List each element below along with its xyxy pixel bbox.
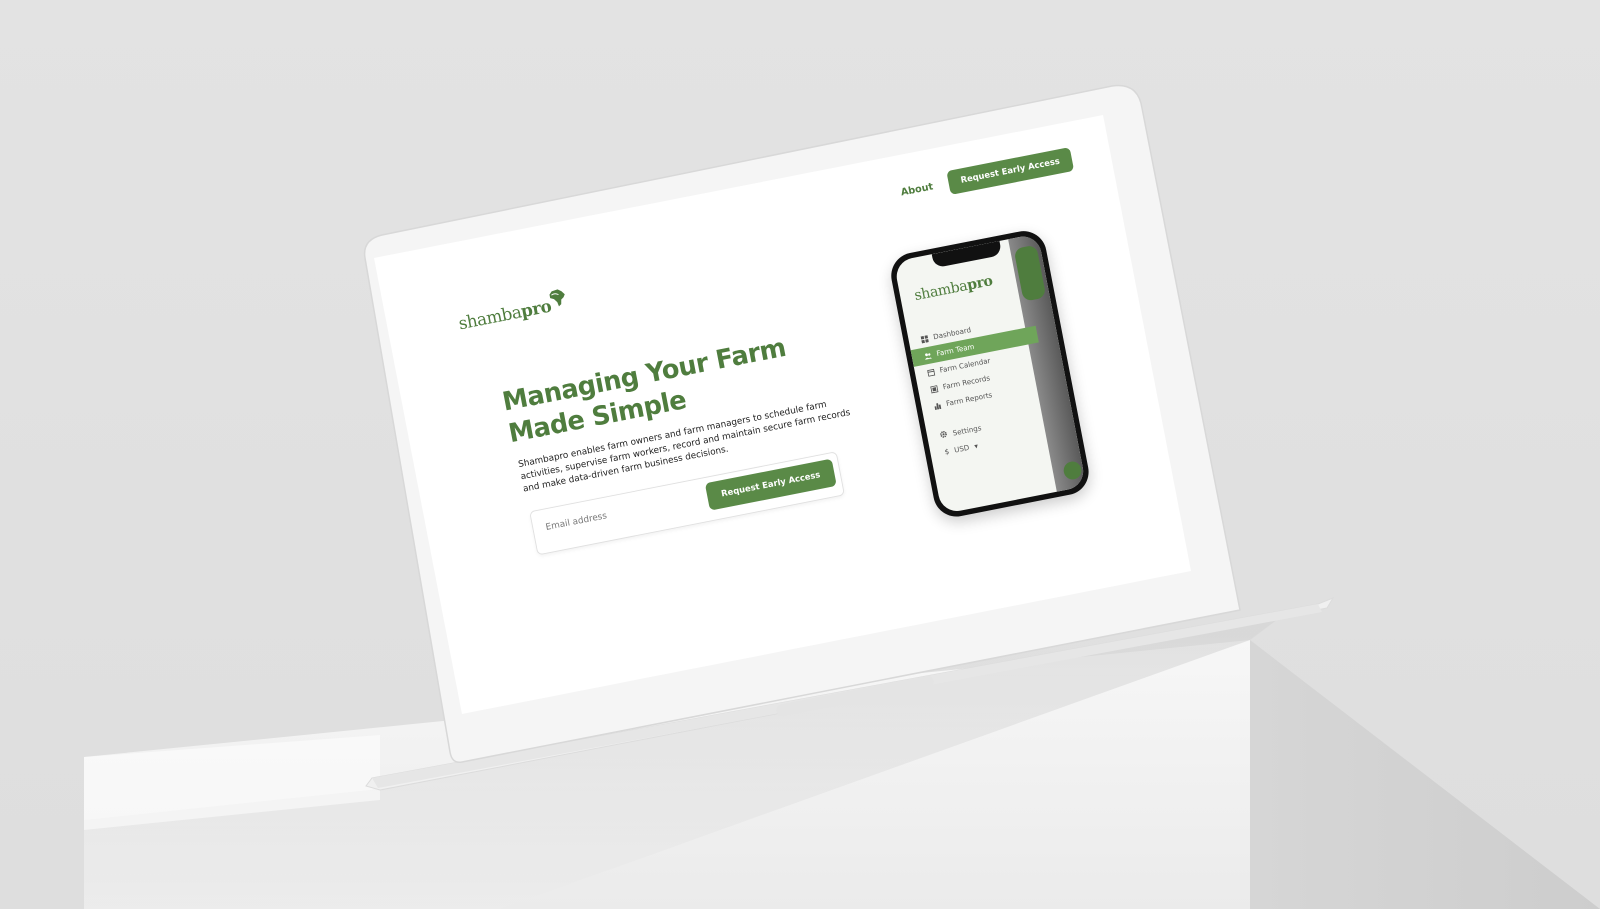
request-access-nav-button[interactable]: Request Early Access bbox=[946, 147, 1075, 195]
records-icon bbox=[930, 384, 939, 394]
settings-label: Settings bbox=[952, 423, 983, 438]
currency-value: USD bbox=[953, 443, 970, 455]
top-nav: About Request Early Access bbox=[899, 147, 1075, 204]
phone-mockup: shambapro Dashboard Farm Team Farm Calen… bbox=[887, 227, 1093, 521]
shambapro-logo[interactable]: shambapro bbox=[456, 286, 571, 334]
app-side-menu: Dashboard Farm Team Farm Calendar Farm R… bbox=[907, 309, 1048, 417]
calendar-icon bbox=[927, 368, 936, 377]
gear-icon bbox=[939, 430, 949, 441]
app-logo-part2: pro bbox=[965, 271, 994, 294]
currency-symbol: $ bbox=[943, 447, 950, 457]
app-logo: shambapro bbox=[913, 272, 994, 304]
logo-text-part1: shamba bbox=[456, 302, 524, 334]
dashboard-icon bbox=[920, 334, 929, 344]
team-icon bbox=[924, 351, 932, 360]
currency-selector[interactable]: $ USD ▾ bbox=[944, 442, 979, 456]
phone-notch bbox=[931, 240, 1003, 269]
mockup-scene: About Request Early Access shambapro Man… bbox=[0, 0, 1600, 909]
phone-screen: shambapro Dashboard Farm Team Farm Calen… bbox=[893, 233, 1087, 515]
fab-button[interactable] bbox=[1062, 460, 1083, 481]
request-access-hero-button[interactable]: Request Early Access bbox=[704, 458, 837, 511]
menu-label: Farm Reports bbox=[945, 390, 993, 408]
app-logo-part1: shamba bbox=[912, 276, 969, 304]
menu-item-settings[interactable]: Settings bbox=[939, 423, 982, 441]
reports-icon bbox=[933, 401, 942, 410]
logo-wordmark: shambapro bbox=[457, 296, 553, 333]
africa-map-icon bbox=[549, 289, 566, 307]
email-input[interactable] bbox=[543, 487, 723, 534]
nav-about-link[interactable]: About bbox=[900, 180, 934, 198]
background-card bbox=[1013, 244, 1047, 302]
chevron-down-icon: ▾ bbox=[973, 441, 979, 451]
